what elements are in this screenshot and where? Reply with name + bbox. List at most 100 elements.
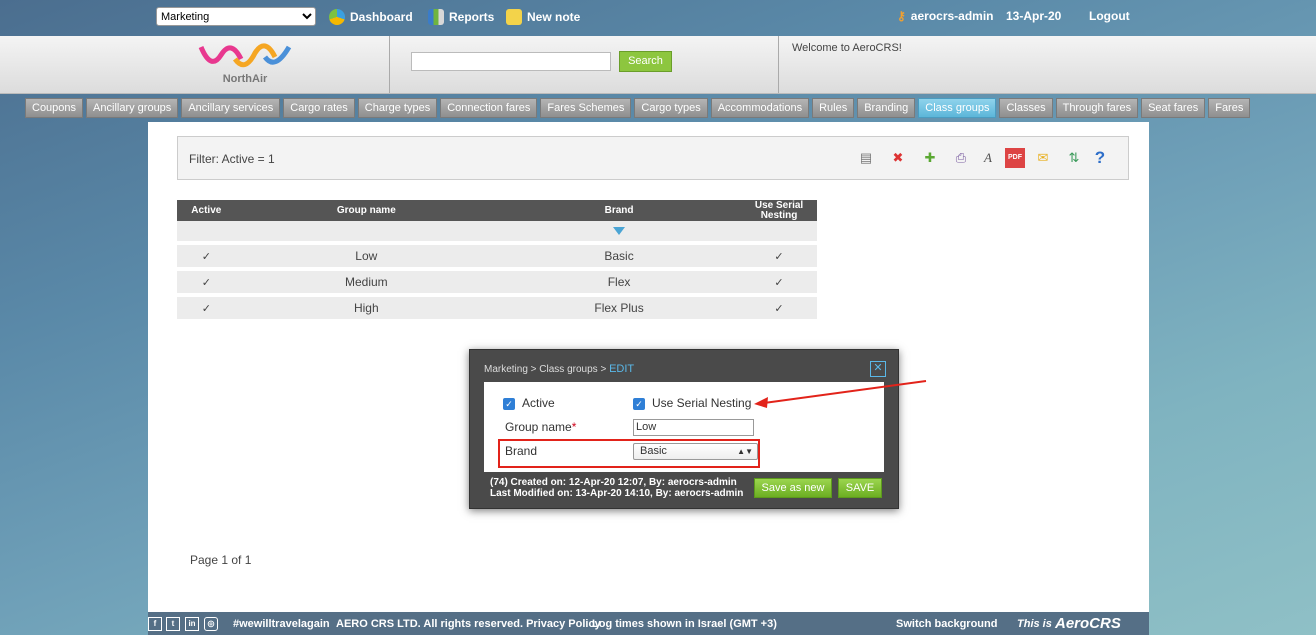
- new-note-link[interactable]: New note: [506, 9, 580, 25]
- tab-connection-fares[interactable]: Connection fares: [440, 98, 538, 118]
- nav-tabs: Coupons Ancillary groups Ancillary servi…: [25, 98, 1251, 118]
- edit-dialog: Marketing > Class groups > EDIT ✕ ✓ Acti…: [469, 349, 899, 509]
- print-icon[interactable]: ⎙: [951, 148, 971, 168]
- serial-check-icon: ✓: [741, 269, 817, 297]
- tab-branding[interactable]: Branding: [857, 98, 916, 118]
- reports-icon: [428, 9, 444, 25]
- module-select[interactable]: Marketing: [156, 7, 316, 26]
- welcome-text: Welcome to AeroCRS!: [792, 42, 902, 54]
- filter-bar: Filter: Active = 1 ▤ ✖ ✚ ⎙ A PDF ✉ ⇅ ?: [177, 136, 1129, 180]
- search-record-icon[interactable]: ▤: [856, 148, 876, 168]
- tab-ancillary-services[interactable]: Ancillary services: [181, 98, 281, 118]
- tab-classes[interactable]: Classes: [999, 98, 1053, 118]
- required-marker: *: [571, 420, 577, 434]
- brand-cell: Flex: [497, 269, 742, 297]
- instagram-icon[interactable]: ◎: [204, 617, 218, 631]
- select-arrows-icon: ▲▼: [737, 447, 753, 456]
- current-date: 13-Apr-20: [1006, 9, 1062, 23]
- switch-background-link[interactable]: Switch background: [896, 618, 997, 630]
- tab-charge-types[interactable]: Charge types: [357, 98, 438, 118]
- table-row[interactable]: ✓ Low Basic ✓: [177, 243, 817, 271]
- header-divider: [389, 36, 390, 93]
- logo-mark-icon: [198, 43, 292, 68]
- modified-info: Last Modified on: 13-Apr-20 14:10, By: a…: [490, 488, 744, 499]
- created-info: (74) Created on: 12-Apr-20 12:07, By: ae…: [490, 477, 737, 488]
- dashboard-icon: [329, 9, 345, 25]
- aerocrs-logo: AeroCRS: [1055, 615, 1121, 632]
- filter-text: Filter: Active = 1: [189, 152, 275, 166]
- active-label: Active: [522, 396, 555, 410]
- column-header-brand[interactable]: Brand: [497, 200, 742, 221]
- brand-select[interactable]: Basic ▲▼: [633, 443, 758, 460]
- sort-arrow-icon[interactable]: [613, 227, 626, 235]
- table-header-row: Active Group name Brand Use Serial Nesti…: [177, 200, 817, 221]
- search-input[interactable]: [411, 52, 611, 71]
- active-checkbox[interactable]: ✓: [503, 398, 515, 410]
- add-new-icon[interactable]: ✚: [920, 148, 940, 168]
- northair-logo: NorthAir: [195, 41, 295, 89]
- brand-cell: Basic: [497, 243, 742, 271]
- facebook-icon[interactable]: f: [148, 617, 162, 631]
- save-button[interactable]: SAVE: [838, 478, 882, 498]
- user-link[interactable]: ⚷ aerocrs-admin: [897, 9, 994, 23]
- brand-select-value: Basic: [640, 445, 667, 457]
- save-as-new-button[interactable]: Save as new: [754, 478, 832, 498]
- group-name-input[interactable]: Low: [633, 419, 754, 436]
- clear-filter-icon[interactable]: ✖: [888, 148, 908, 168]
- tab-through-fares[interactable]: Through fares: [1055, 98, 1139, 118]
- tab-ancillary-groups[interactable]: Ancillary groups: [86, 98, 179, 118]
- class-groups-table: Active Group name Brand Use Serial Nesti…: [177, 200, 817, 323]
- tab-fares[interactable]: Fares: [1208, 98, 1251, 118]
- serial-nesting-label: Use Serial Nesting: [652, 396, 752, 410]
- tab-cargo-rates[interactable]: Cargo rates: [283, 98, 355, 118]
- tab-rules[interactable]: Rules: [812, 98, 855, 118]
- tab-fares-schemes[interactable]: Fares Schemes: [540, 98, 632, 118]
- tab-accommodations[interactable]: Accommodations: [710, 98, 810, 118]
- group-name-label-text: Group name: [505, 420, 572, 434]
- help-icon[interactable]: ?: [1090, 148, 1110, 168]
- font-icon[interactable]: A: [978, 148, 998, 168]
- reports-label: Reports: [449, 10, 495, 24]
- annotation-arrow-icon: [754, 380, 927, 408]
- new-note-label: New note: [527, 10, 581, 24]
- dialog-mode: EDIT: [609, 363, 635, 375]
- refresh-icon[interactable]: ⇅: [1064, 148, 1084, 168]
- log-times-text: Log times shown in Israel (GMT +3): [592, 618, 777, 630]
- group-name-cell: Low: [235, 243, 498, 271]
- header: NorthAir Search Welcome to AeroCRS!: [0, 36, 1316, 94]
- dialog-path: Marketing > Class groups >: [484, 364, 607, 375]
- logout-link[interactable]: Logout: [1089, 9, 1130, 23]
- column-header-group-name[interactable]: Group name: [235, 200, 498, 221]
- record-meta: (74) Created on: 12-Apr-20 12:07, By: ae…: [490, 477, 743, 499]
- tab-class-groups[interactable]: Class groups: [918, 98, 997, 118]
- column-header-serial-nesting[interactable]: Use Serial Nesting: [741, 200, 817, 221]
- email-icon[interactable]: ✉: [1033, 148, 1053, 168]
- sort-indicator-row: [177, 221, 817, 245]
- linkedin-icon[interactable]: in: [185, 617, 199, 631]
- user-name: aerocrs-admin: [910, 9, 994, 23]
- footer: f t in ◎ #wewilltravelagain AERO CRS LTD…: [148, 612, 1149, 635]
- dashboard-label: Dashboard: [350, 10, 413, 24]
- note-icon: [506, 9, 522, 25]
- reports-link[interactable]: Reports: [428, 9, 494, 25]
- tab-seat-fares[interactable]: Seat fares: [1141, 98, 1206, 118]
- group-name-cell: High: [235, 295, 498, 323]
- brand-label: Brand: [505, 444, 538, 458]
- header-divider: [778, 36, 779, 93]
- copyright-text[interactable]: AERO CRS LTD. All rights reserved. Priva…: [336, 618, 601, 630]
- brand-cell: Flex Plus: [497, 295, 742, 323]
- serial-nesting-checkbox[interactable]: ✓: [633, 398, 645, 410]
- this-is-text: This is: [1017, 618, 1052, 630]
- pdf-icon[interactable]: PDF: [1005, 148, 1025, 168]
- serial-check-icon: ✓: [741, 243, 817, 271]
- tab-coupons[interactable]: Coupons: [25, 98, 84, 118]
- table-row[interactable]: ✓ Medium Flex ✓: [177, 269, 817, 297]
- dashboard-link[interactable]: Dashboard: [329, 9, 413, 25]
- hashtag-text: #wewilltravelagain: [233, 618, 330, 630]
- search-button[interactable]: Search: [619, 51, 672, 72]
- column-header-active[interactable]: Active: [177, 200, 236, 221]
- tab-cargo-types[interactable]: Cargo types: [634, 98, 708, 118]
- serial-check-icon: ✓: [741, 295, 817, 323]
- table-row[interactable]: ✓ High Flex Plus ✓: [177, 295, 817, 323]
- twitter-icon[interactable]: t: [166, 617, 180, 631]
